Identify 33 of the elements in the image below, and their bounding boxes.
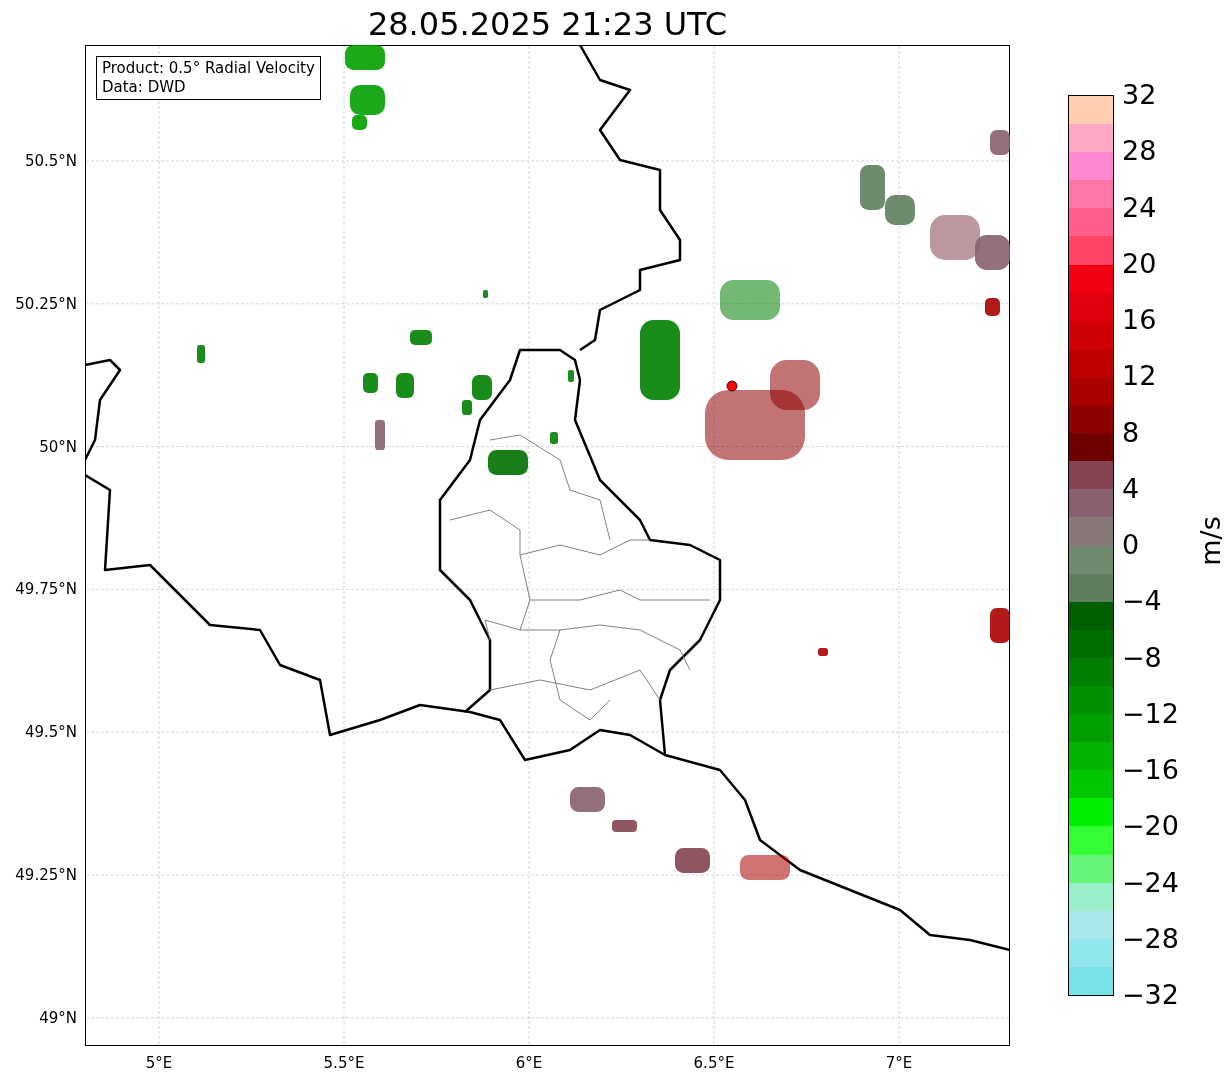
legend-text: Data: DWD (102, 78, 187, 97)
longitude-tick-label: 6.5°E (692, 1054, 736, 1072)
latitude-tick-label: 49°N (39, 1008, 77, 1027)
colorbar-tick-label: −32 (1122, 980, 1179, 1010)
latitude-tick-label: 49.25°N (15, 866, 77, 884)
longitude-tick-label: 5°E (144, 1054, 174, 1072)
legend-text: Product: 0.5° Radial Velocity (102, 59, 315, 78)
colorbar-tick-label: 16 (1122, 305, 1157, 335)
colorbar-tick-label: −20 (1122, 811, 1179, 842)
plot-title: 28.05.2025 21:23 UTC (367, 4, 728, 45)
colorbar-tick-label: 12 (1122, 361, 1157, 392)
colorbar-tick-label: 8 (1122, 417, 1140, 448)
colorbar-tick-label: 4 (1122, 473, 1140, 504)
longitude-tick-label: 6°E (514, 1054, 544, 1072)
colorbar-tick-label: 0 (1122, 530, 1140, 560)
colorbar-tick-label: −4 (1122, 586, 1162, 617)
colorbar-tick-label: 28 (1122, 136, 1157, 167)
colorbar-tick-label: 24 (1122, 192, 1157, 223)
colorbar-tick-label: 20 (1122, 248, 1157, 279)
latitude-tick-label: 50°N (39, 437, 77, 456)
colorbar-tick-label: −28 (1122, 923, 1179, 954)
colorbar-tick-label: −16 (1122, 755, 1179, 785)
colorbar-tick-label: 32 (1122, 80, 1157, 110)
latitude-tick-label: 50.25°N (15, 294, 77, 313)
colorbar-tick-label: −24 (1122, 867, 1179, 898)
longitude-tick-label: 7°E (884, 1054, 914, 1072)
colorbar-unit-label: m/s (1194, 516, 1225, 566)
longitude-tick-label: 5.5°E (322, 1054, 366, 1072)
latitude-tick-label: 49.75°N (15, 580, 77, 599)
colorbar-tick-label: −8 (1122, 642, 1162, 673)
colorbar-tick-label: −12 (1122, 698, 1179, 729)
latitude-tick-label: 49.5°N (24, 723, 77, 742)
latitude-tick-label: 50.5°N (24, 152, 77, 170)
